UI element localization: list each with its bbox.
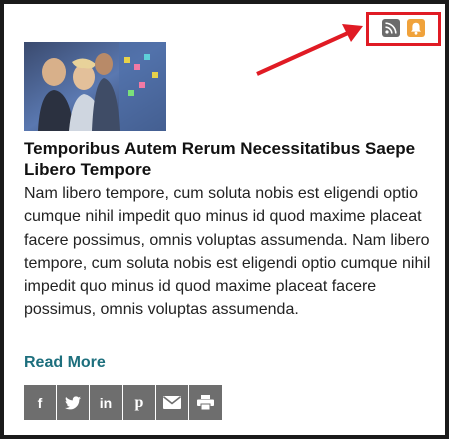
twitter-share-button[interactable] <box>57 385 90 420</box>
facebook-icon: f <box>37 394 43 411</box>
highlight-box <box>366 12 441 46</box>
email-share-button[interactable] <box>156 385 189 420</box>
post-thumbnail[interactable] <box>24 42 166 131</box>
pinterest-share-button[interactable]: p <box>123 385 156 420</box>
print-share-button[interactable] <box>189 385 222 420</box>
post-title[interactable]: Temporibus Autem Rerum Necessitatibus Sa… <box>24 138 434 180</box>
linkedin-share-button[interactable]: in <box>90 385 123 420</box>
post-excerpt: Nam libero tempore, cum soluta nobis est… <box>24 185 431 319</box>
linkedin-icon: in <box>99 394 113 411</box>
facebook-share-button[interactable]: f <box>24 385 57 420</box>
pinterest-icon: p <box>134 393 144 411</box>
email-icon <box>163 396 181 409</box>
post-card: Temporibus Autem Rerum Necessitatibus Sa… <box>4 4 445 435</box>
print-icon <box>197 395 214 410</box>
read-more-link[interactable]: Read More <box>24 354 106 372</box>
twitter-icon <box>65 395 81 409</box>
share-bar: f in p <box>24 385 222 420</box>
